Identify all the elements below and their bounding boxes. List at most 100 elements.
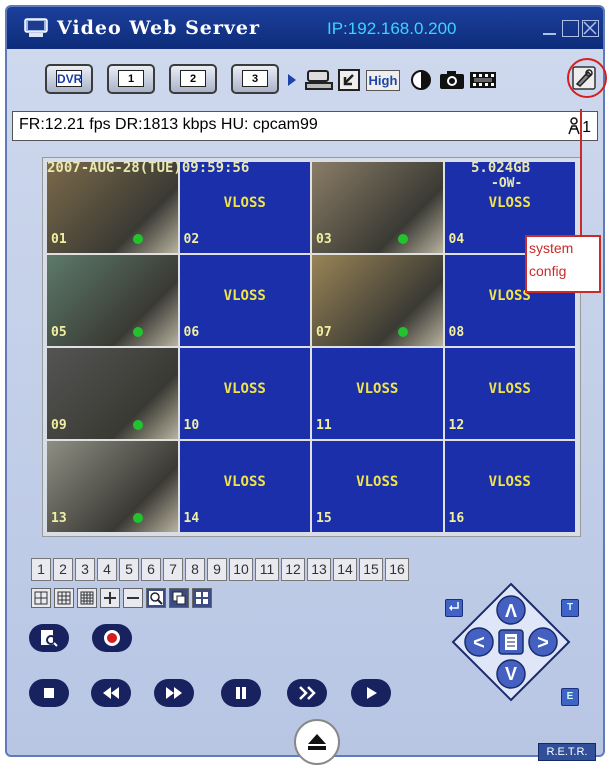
arrow-right-icon[interactable] bbox=[288, 74, 296, 86]
video-channel-06[interactable]: VLOSS 06 bbox=[179, 255, 310, 346]
vloss-label: VLOSS bbox=[488, 473, 531, 490]
ptz-dpad: Λ V < > bbox=[451, 582, 571, 702]
film-icon bbox=[470, 72, 496, 88]
app-window: Video Web Server IP:192.168.0.200 DVR 1 … bbox=[5, 5, 607, 765]
resize-button[interactable] bbox=[334, 66, 364, 94]
ptz-left-button[interactable]: < bbox=[464, 627, 494, 657]
channel-select-10[interactable]: 10 bbox=[229, 558, 253, 581]
video-channel-10[interactable]: VLOSS 10 bbox=[179, 348, 310, 439]
vloss-label: VLOSS bbox=[488, 380, 531, 397]
eject-button[interactable] bbox=[294, 719, 340, 765]
sixteen-view-icon bbox=[80, 591, 94, 605]
video-channel-13[interactable]: 13 bbox=[47, 441, 178, 532]
nine-view-button[interactable] bbox=[54, 588, 74, 608]
search-playback-button[interactable] bbox=[29, 624, 69, 652]
pip-icon bbox=[172, 591, 186, 605]
rewind-button[interactable] bbox=[91, 679, 131, 707]
ptz-up-button[interactable]: Λ bbox=[496, 595, 526, 625]
maximize-button[interactable] bbox=[562, 20, 579, 37]
channel-select-1[interactable]: 1 bbox=[31, 558, 51, 581]
vloss-label: VLOSS bbox=[223, 380, 266, 397]
channel-number: 01 bbox=[51, 232, 67, 247]
zoom-in-button[interactable] bbox=[100, 588, 120, 608]
video-channel-12[interactable]: VLOSS 12 bbox=[444, 348, 575, 439]
channel-number: 06 bbox=[183, 325, 200, 340]
step-forward-button[interactable] bbox=[287, 679, 327, 707]
search-file-icon bbox=[41, 630, 58, 647]
quality-button[interactable]: High bbox=[364, 66, 402, 94]
channel-select-13[interactable]: 13 bbox=[307, 558, 331, 581]
quality-label: High bbox=[365, 69, 401, 91]
channel-select-12[interactable]: 12 bbox=[281, 558, 305, 581]
channel-number: 15 bbox=[316, 511, 332, 526]
pip-button[interactable] bbox=[169, 588, 189, 608]
contrast-icon bbox=[411, 70, 431, 90]
step-forward-icon bbox=[299, 686, 316, 700]
sixteen-view-button[interactable] bbox=[77, 588, 97, 608]
down-arrow-icon: V bbox=[505, 664, 517, 684]
channel-select-15[interactable]: 15 bbox=[359, 558, 383, 581]
channel-select-16[interactable]: 16 bbox=[385, 558, 409, 581]
vloss-label: VLOSS bbox=[356, 473, 399, 490]
channel-number: 12 bbox=[448, 418, 465, 433]
channel-select-14[interactable]: 14 bbox=[333, 558, 357, 581]
channel-select-3[interactable]: 3 bbox=[75, 558, 95, 581]
channel-select-5[interactable]: 5 bbox=[119, 558, 139, 581]
ptz-menu-button[interactable] bbox=[498, 629, 524, 655]
video-channel-16[interactable]: VLOSS 16 bbox=[444, 441, 575, 532]
video-channel-05[interactable]: 05 bbox=[47, 255, 178, 346]
callout-highlight-ring bbox=[567, 58, 607, 98]
recording-indicator bbox=[133, 420, 143, 430]
stop-button[interactable] bbox=[29, 679, 69, 707]
video-channel-11[interactable]: VLOSS 11 bbox=[312, 348, 443, 439]
ptz-right-button[interactable]: > bbox=[528, 627, 558, 657]
video-channel-09[interactable]: 09 bbox=[47, 348, 178, 439]
callout-line-2: config bbox=[529, 263, 567, 279]
close-button[interactable] bbox=[582, 20, 599, 37]
magnify-button[interactable] bbox=[146, 588, 166, 608]
video-channel-14[interactable]: VLOSS 14 bbox=[179, 441, 310, 532]
status-text: FR:12.21 fps DR:1813 kbps HU: cpcam99 bbox=[19, 116, 318, 133]
contrast-button[interactable] bbox=[406, 66, 436, 94]
channel-3-button[interactable]: 3 bbox=[231, 64, 279, 94]
record-button[interactable] bbox=[92, 624, 132, 652]
record-film-button[interactable] bbox=[468, 66, 498, 94]
channel-select-8[interactable]: 8 bbox=[185, 558, 205, 581]
network-button[interactable] bbox=[304, 66, 334, 94]
left-arrow-icon: < bbox=[473, 632, 485, 654]
channel-select-4[interactable]: 4 bbox=[97, 558, 117, 581]
callout-line bbox=[580, 109, 582, 236]
dvr-button[interactable]: DVR bbox=[45, 64, 93, 94]
callout-line-1: system bbox=[529, 240, 574, 256]
fast-forward-button[interactable] bbox=[154, 679, 194, 707]
channel-1-button[interactable]: 1 bbox=[107, 64, 155, 94]
video-channel-03[interactable]: 03 bbox=[312, 162, 443, 253]
channel-3-label: 3 bbox=[242, 70, 268, 87]
zoom-out-button[interactable] bbox=[123, 588, 143, 608]
eject-icon bbox=[308, 734, 326, 750]
osd-disk-space: 5.024GB bbox=[471, 160, 531, 176]
video-channel-07[interactable]: 07 bbox=[312, 255, 443, 346]
channel-select-7[interactable]: 7 bbox=[163, 558, 183, 581]
retr-button[interactable]: R.E.T.R. bbox=[538, 743, 596, 761]
snapshot-icon bbox=[440, 71, 464, 89]
channel-select-2[interactable]: 2 bbox=[53, 558, 73, 581]
video-channel-15[interactable]: VLOSS 15 bbox=[312, 441, 443, 532]
channel-select-9[interactable]: 9 bbox=[207, 558, 227, 581]
quad-view-button[interactable] bbox=[31, 588, 51, 608]
ip-address: IP:192.168.0.200 bbox=[327, 19, 457, 38]
channel-number: 13 bbox=[51, 511, 67, 526]
split-view-button[interactable] bbox=[192, 588, 212, 608]
ptz-down-button[interactable]: V bbox=[496, 659, 526, 689]
right-arrow-icon: > bbox=[537, 632, 549, 654]
close-icon bbox=[583, 21, 597, 35]
recording-indicator bbox=[133, 234, 143, 244]
up-arrow-icon: Λ bbox=[505, 601, 517, 621]
channel-select-11[interactable]: 11 bbox=[255, 558, 279, 581]
pause-button[interactable] bbox=[221, 679, 261, 707]
minimize-button[interactable] bbox=[541, 20, 558, 37]
snapshot-button[interactable] bbox=[437, 66, 467, 94]
play-button[interactable] bbox=[351, 679, 391, 707]
channel-select-6[interactable]: 6 bbox=[141, 558, 161, 581]
channel-2-button[interactable]: 2 bbox=[169, 64, 217, 94]
